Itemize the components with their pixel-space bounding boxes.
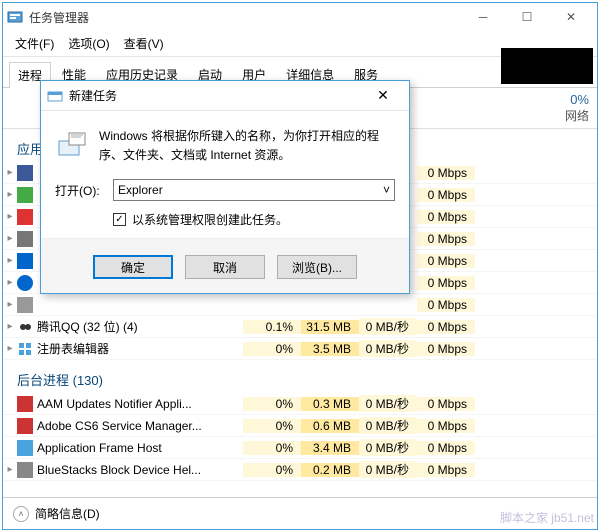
brief-info-link[interactable]: 简略信息(D) [35, 505, 100, 522]
app-icon [7, 9, 23, 25]
run-icon [55, 127, 89, 161]
col-network[interactable]: 0% 网络 [539, 88, 597, 128]
redaction-box [501, 48, 593, 84]
open-value: Explorer [118, 183, 163, 197]
ok-button[interactable]: 确定 [93, 255, 173, 279]
titlebar[interactable]: 任务管理器 ─ ☐ ✕ [3, 3, 597, 31]
table-row[interactable]: Application Frame Host0%3.4 MB0 MB/秒0 Mb… [3, 437, 597, 459]
checkbox-icon: ✓ [113, 213, 126, 226]
browse-button[interactable]: 浏览(B)... [277, 255, 357, 279]
chevron-up-icon[interactable]: ˄ [13, 506, 29, 522]
dialog-icon [47, 88, 63, 104]
group-bg: 后台进程 (130) [3, 360, 597, 393]
run-dialog: 新建任务 ✕ Windows 将根据你所键入的名称，为你打开相应的程序、文件夹、… [40, 80, 410, 294]
maximize-button[interactable]: ☐ [505, 3, 549, 31]
open-input[interactable]: Explorer ˅ [113, 179, 395, 201]
window-title: 任务管理器 [29, 9, 461, 26]
dialog-titlebar[interactable]: 新建任务 ✕ [41, 81, 409, 111]
dialog-title: 新建任务 [69, 87, 363, 104]
admin-checkbox[interactable]: ✓ 以系统管理权限创建此任务。 [55, 211, 395, 228]
minimize-button[interactable]: ─ [461, 3, 505, 31]
menu-view[interactable]: 查看(V) [118, 33, 170, 54]
menu-options[interactable]: 选项(O) [62, 33, 115, 54]
table-row[interactable]: AAM Updates Notifier Appli...0%0.3 MB0 M… [3, 393, 597, 415]
dialog-close-button[interactable]: ✕ [363, 87, 403, 104]
table-row[interactable]: ▸0 Mbps [3, 294, 597, 316]
table-row[interactable]: ▸注册表编辑器0%3.5 MB0 MB/秒0 Mbps [3, 338, 597, 360]
table-row[interactable]: ▸BlueStacks Block Device Hel...0%0.2 MB0… [3, 459, 597, 481]
cancel-button[interactable]: 取消 [185, 255, 265, 279]
admin-label: 以系统管理权限创建此任务。 [132, 211, 288, 228]
table-row[interactable]: Adobe CS6 Service Manager...0%0.6 MB0 MB… [3, 415, 597, 437]
close-button[interactable]: ✕ [549, 3, 593, 31]
footer: ˄ 简略信息(D) [3, 497, 597, 529]
table-row[interactable]: ▸腾讯QQ (32 位) (4)0.1%31.5 MB0 MB/秒0 Mbps [3, 316, 597, 338]
menu-file[interactable]: 文件(F) [9, 33, 60, 54]
dialog-message: Windows 将根据你所键入的名称，为你打开相应的程序、文件夹、文档或 Int… [99, 127, 395, 165]
open-label: 打开(O): [55, 182, 105, 199]
chevron-down-icon[interactable]: ˅ [383, 183, 390, 197]
